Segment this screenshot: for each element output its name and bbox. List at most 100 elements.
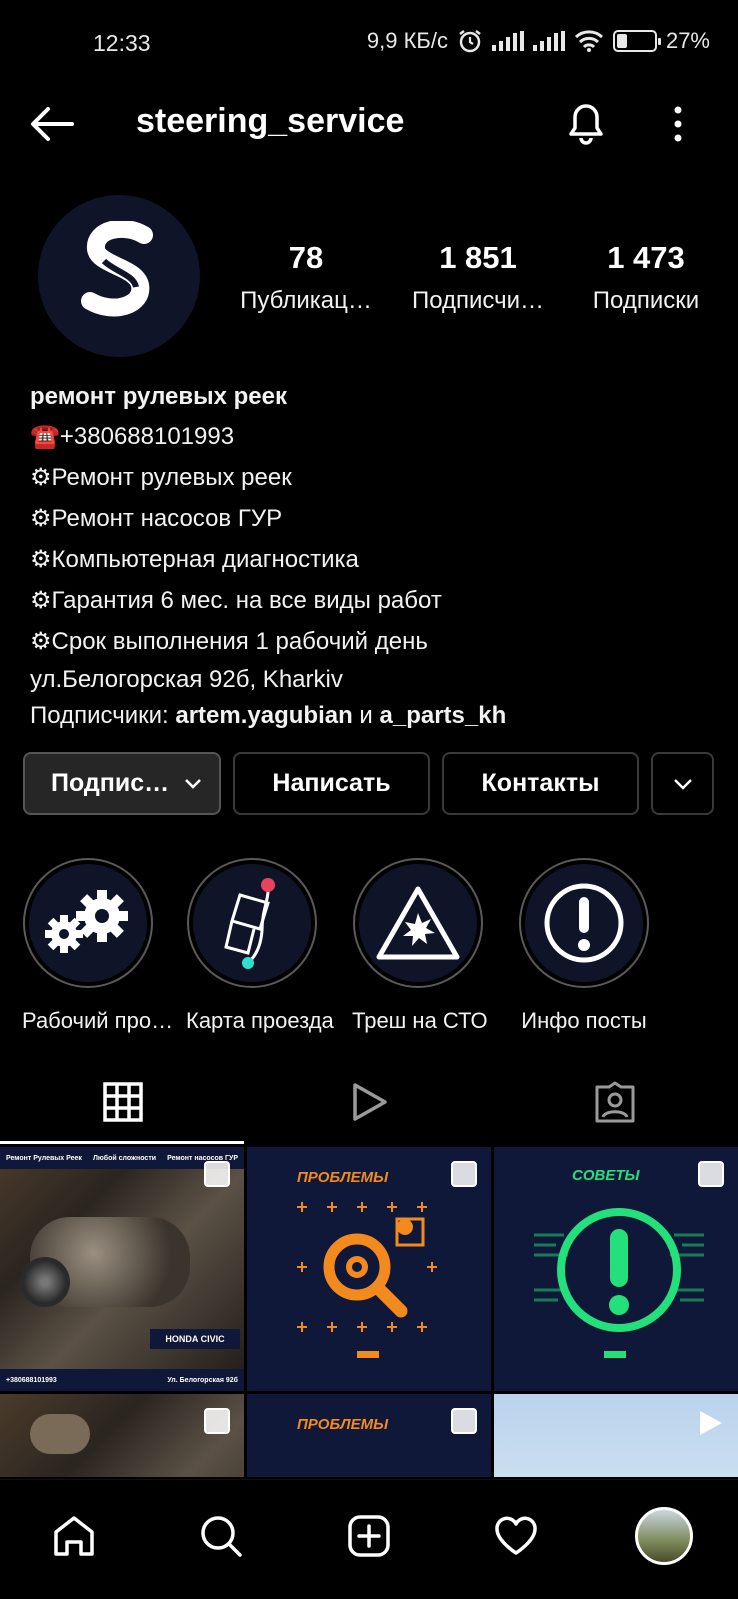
profile-bio: ремонт рулевых реек ☎️+380688101993 ⚙Рем… [30, 380, 720, 734]
carousel-icon [204, 1408, 230, 1434]
exclamation-green-icon [534, 1208, 704, 1332]
tab-tagged[interactable] [492, 1060, 738, 1144]
highlight-ring [353, 858, 483, 988]
bio-line-phone[interactable]: ☎️+380688101993 [30, 416, 720, 457]
exclamation-icon [544, 883, 624, 963]
highlight-ring [23, 858, 153, 988]
carousel-icon [204, 1161, 230, 1187]
contacts-button[interactable]: Контакты [442, 752, 639, 815]
alarm-icon [459, 30, 481, 53]
progress-marker [357, 1351, 379, 1358]
stat-posts[interactable]: 78 Публикац… [236, 240, 376, 315]
stat-followers-value: 1 851 [439, 240, 517, 275]
bio-line: ⚙Гарантия 6 мес. на все виды работ [30, 587, 442, 614]
profile-username: steering_service [136, 102, 405, 140]
highlight-trash[interactable]: Треш на СТО [352, 858, 488, 1034]
back-arrow-icon[interactable] [28, 104, 76, 144]
logo-s-icon [81, 221, 153, 317]
stat-followers-label: Подписчи… [411, 287, 545, 314]
post-thumbnail[interactable] [494, 1394, 738, 1477]
play-icon [353, 1083, 387, 1121]
battery-icon [612, 30, 661, 52]
post-thumbnail[interactable]: ПРОБЛЕМЫ [247, 1147, 491, 1391]
nav-create[interactable] [337, 1504, 401, 1568]
highlight-info[interactable]: Инфо посты [518, 858, 650, 1034]
bio-line: ⚙Ремонт насосов ГУР [30, 505, 283, 532]
post-title: ПРОБЛЕМЫ [297, 1416, 389, 1433]
highlight-work[interactable]: Рабочий про… [22, 858, 174, 1034]
wifi-icon [574, 30, 603, 52]
progress-marker [604, 1351, 626, 1358]
post-text: +380688101993 [6, 1376, 57, 1384]
post-thumbnail[interactable] [0, 1394, 244, 1477]
chevron-down-icon [673, 778, 692, 790]
bell-icon[interactable] [563, 98, 609, 146]
heart-icon [495, 1516, 537, 1555]
stat-followers[interactable]: 1 851 Подписчи… [390, 240, 566, 315]
tagged-person-icon [595, 1081, 635, 1123]
signal-1-icon [491, 31, 524, 51]
highlight-map[interactable]: Карта проезда [186, 858, 334, 1034]
bottom-navigation [0, 1479, 738, 1599]
posts-grid: Ремонт Рулевых Реек Любой сложности Ремо… [0, 1147, 738, 1477]
suggested-dropdown-button[interactable] [651, 752, 714, 815]
chevron-down-icon [185, 778, 202, 789]
status-time: 12:33 [93, 30, 151, 56]
bio-line: ⚙Ремонт рулевых реек [30, 464, 292, 491]
carousel-icon [698, 1161, 724, 1187]
post-title: СОВЕТЫ [572, 1167, 640, 1184]
tab-grid[interactable] [0, 1060, 246, 1144]
subscribed-button[interactable]: Подпис… [23, 752, 221, 815]
nav-home[interactable] [42, 1504, 106, 1568]
bio-line: ⚙Компьютерная диагностика [30, 546, 359, 573]
bio-location[interactable]: ул.Белогорская 92б, Kharkiv [30, 662, 720, 698]
post-caption: HONDA CIVIC [150, 1329, 240, 1349]
signal-2-icon [532, 31, 565, 51]
bio-name: ремонт рулевых реек [30, 383, 287, 410]
search-icon [201, 1516, 242, 1557]
post-text: Любой сложности [92, 1154, 157, 1162]
post-thumbnail[interactable]: ПРОБЛЕМЫ [247, 1394, 491, 1477]
profile-stats: 78 Публикац… 1 851 Подписчи… 1 473 Подпи… [236, 240, 716, 315]
highlight-label: Инфо посты [521, 1008, 647, 1033]
stat-following[interactable]: 1 473 Подписки [576, 240, 716, 315]
part-photo [30, 1414, 90, 1454]
nav-activity[interactable] [484, 1504, 548, 1568]
bio-mutual-followers[interactable]: Подписчики: artem.yagubian и a_parts_kh [30, 698, 720, 734]
gears-icon [45, 890, 128, 953]
follower-link[interactable]: a_parts_kh [380, 702, 507, 729]
battery-text: 27% [665, 28, 710, 53]
bio-line: ⚙Срок выполнения 1 рабочий день [30, 628, 428, 655]
post-footer-strip: +380688101993 Ул. Белогорская 92б [0, 1369, 244, 1391]
avatar [635, 1507, 693, 1565]
highlight-ring [519, 858, 649, 988]
highlight-label: Рабочий про… [22, 1008, 174, 1033]
tab-reels[interactable] [246, 1060, 492, 1144]
nav-search[interactable] [189, 1504, 253, 1568]
more-vertical-icon[interactable] [664, 102, 692, 146]
subscribed-label: Подпис… [51, 769, 170, 797]
magnifier-gear-icon [297, 1202, 437, 1332]
highlight-ring [187, 858, 317, 988]
highlight-cover [525, 864, 643, 982]
stat-posts-value: 78 [288, 240, 324, 275]
message-button[interactable]: Написать [233, 752, 430, 815]
followers-and: и [352, 702, 380, 729]
highlight-label: Треш на СТО [352, 1008, 488, 1033]
active-tab-indicator [0, 1141, 244, 1144]
carousel-icon [451, 1161, 477, 1187]
explosion-warning-icon [376, 886, 460, 960]
post-thumbnail[interactable]: СОВЕТЫ [494, 1147, 738, 1391]
grid-icon [103, 1082, 143, 1122]
follower-link[interactable]: artem.yagubian [175, 702, 352, 729]
profile-avatar[interactable] [38, 195, 200, 357]
post-thumbnail[interactable]: Ремонт Рулевых Реек Любой сложности Ремо… [0, 1147, 244, 1391]
highlight-label: Карта проезда [186, 1008, 334, 1033]
post-title: ПРОБЛЕМЫ [297, 1169, 389, 1186]
highlight-cover [193, 864, 311, 982]
nav-profile[interactable] [632, 1504, 696, 1568]
part-photo [20, 1257, 70, 1307]
profile-tabs [0, 1060, 738, 1144]
stat-posts-label: Публикац… [240, 287, 372, 314]
post-text: Ремонт Рулевых Реек [6, 1154, 82, 1162]
